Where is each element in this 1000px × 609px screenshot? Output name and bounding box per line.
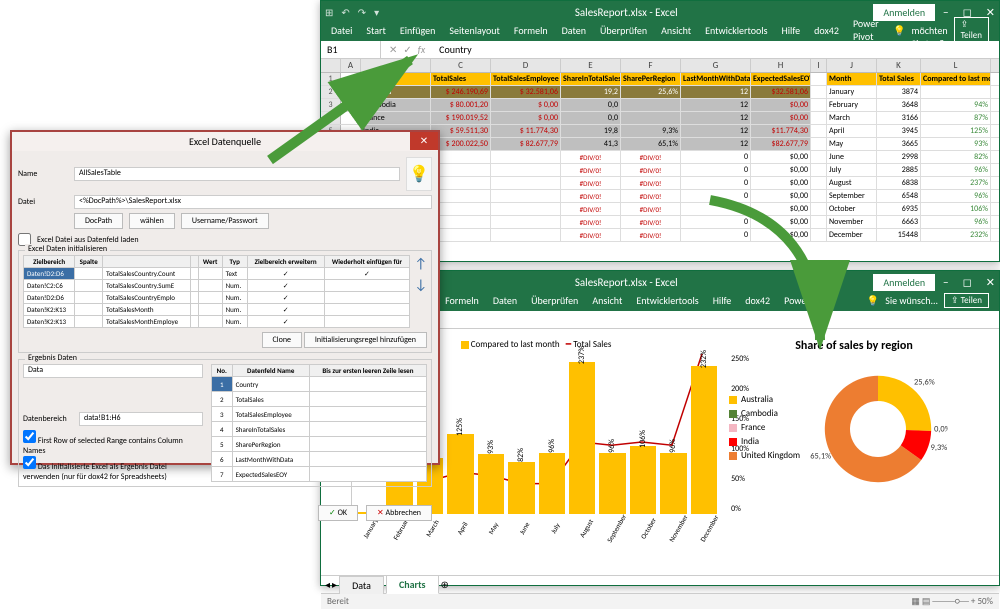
tab-nav-icon[interactable]: ▸ <box>332 578 337 591</box>
init-rules-table[interactable]: ZielbereichSpalteWertTypZielbereich erwe… <box>23 255 410 328</box>
window-title: SalesReport.xlsx - Excel <box>379 6 873 19</box>
arrow-down-icon: ↓ <box>414 276 427 293</box>
tab-formeln[interactable]: Formeln <box>514 24 548 37</box>
tab-einfuegen[interactable]: Einfügen <box>400 24 436 37</box>
lightbulb-icon: 💡 <box>893 24 905 37</box>
tab-start[interactable]: Start <box>366 24 385 37</box>
donut-chart[interactable]: Share of sales by region AustraliaCambod… <box>729 339 979 549</box>
chart-bar: 232% <box>691 366 717 514</box>
init-data-section: Excel Daten initialisieren ZielbereichSp… <box>18 250 432 353</box>
browse-button[interactable]: wählen <box>129 213 175 229</box>
chart-bar: 106% <box>630 446 656 514</box>
result-data-section: Ergebnis Daten Data Datenbereichdata!B1:… <box>18 359 432 487</box>
donut-svg: 25,6% 0,0% 9,3% 65,1% <box>808 359 948 499</box>
sheet-tab-charts[interactable]: Charts <box>386 575 439 594</box>
chart-bar: 93% <box>478 454 504 514</box>
add-init-rule-button[interactable]: Initialisierungsregel hinzufügen <box>304 332 427 348</box>
chart-bar: 237% <box>569 362 595 514</box>
name-box[interactable]: B1 <box>321 41 381 58</box>
dialog-title-bar: Excel Datenquelle ✕ <box>12 132 438 151</box>
table-header-row: 1 Country TotalSales TotalSalesEmployee … <box>321 73 999 86</box>
tab-nav-icon[interactable]: ◂ <box>325 578 330 591</box>
chart-bar: 82% <box>508 462 534 514</box>
share-button[interactable]: ⇪ Teilen <box>954 17 989 43</box>
tab-entwicklertools[interactable]: Entwicklertools <box>705 24 767 37</box>
cancel-button[interactable]: Abbrechen <box>366 505 432 521</box>
svg-text:65,1%: 65,1% <box>810 451 831 461</box>
tab-dox42[interactable]: dox42 <box>814 24 839 37</box>
tab-seitenlayout[interactable]: Seitenlayout <box>449 24 500 37</box>
status-bar: Bereit ▦ ▤ ─────○── + 50% <box>321 593 999 609</box>
sheet-tab-data[interactable]: Data <box>339 576 384 594</box>
firstrow-checkbox[interactable] <box>23 430 36 443</box>
svg-text:25,6%: 25,6% <box>914 377 935 387</box>
quick-access-toolbar[interactable]: ⊞↶↷▾ <box>325 6 379 19</box>
chart-title: Share of sales by region <box>729 339 979 353</box>
ok-button[interactable]: OK <box>318 505 358 521</box>
arrow-up-icon: ↑ <box>414 255 427 272</box>
name-input[interactable]: AllSalesTable <box>74 167 400 181</box>
formula-input[interactable]: Country <box>433 41 999 58</box>
formula-input[interactable] <box>433 318 999 322</box>
tab-ueberpruefen[interactable]: Überprüfen <box>600 24 647 37</box>
svg-text:0,0%: 0,0% <box>934 424 948 434</box>
close-button[interactable]: ✕ <box>410 132 438 150</box>
ribbon-tabs[interactable]: Datei Start Einfügen Seitenlayout Formel… <box>321 23 999 41</box>
result-fields-table[interactable]: No.Datenfeld NameBis zur ersten leeren Z… <box>211 364 427 482</box>
chart-bar: 96% <box>599 453 625 514</box>
donut-legend: AustraliaCambodiaFranceIndiaUnited Kingd… <box>729 394 800 464</box>
tab-datei[interactable]: Datei <box>331 24 352 37</box>
table-row[interactable]: 2 Australia $ 246.190,69 $ 32.581,06 19,… <box>321 86 999 99</box>
chart-bar: 96% <box>660 453 686 514</box>
docpath-button[interactable]: DocPath <box>74 213 123 229</box>
lightbulb-icon: 💡 <box>406 157 432 191</box>
reorder-arrows[interactable]: ↑↓ <box>414 255 427 328</box>
window-title: SalesReport.xlsx - Excel <box>379 276 873 289</box>
tab-hilfe[interactable]: Hilfe <box>782 24 801 37</box>
tab-ansicht[interactable]: Ansicht <box>661 24 691 37</box>
svg-text:9,3%: 9,3% <box>931 443 948 453</box>
range-input[interactable]: data!B1:H6 <box>79 412 203 426</box>
sign-in-button[interactable]: Anmelden <box>873 274 935 291</box>
formula-icons[interactable]: ✕✓fx <box>381 43 433 56</box>
chart-bar: 125% <box>447 434 473 514</box>
file-input[interactable]: <%DocPath%>\SalesReport.xlsx <box>74 195 432 209</box>
chart-bar: 96% <box>539 453 565 514</box>
tab-daten[interactable]: Daten <box>562 24 586 37</box>
user-password-button[interactable]: Username/Passwort <box>181 213 269 229</box>
clone-button[interactable]: Clone <box>262 332 303 348</box>
tab-powerpivot[interactable]: Power Pivot <box>853 17 879 43</box>
add-sheet-icon[interactable]: ⊕ <box>441 578 449 591</box>
share-button[interactable]: ⇪ Teilen <box>944 293 989 308</box>
table-row[interactable]: 4 France $ 190.019,52 $ 0,00 0,0 12 $0,0… <box>321 112 999 125</box>
view-icon[interactable]: ▦ <box>911 596 920 607</box>
useexcel-checkbox[interactable] <box>23 456 36 469</box>
table-row[interactable]: 3 Cambodia $ 80.001,20 $ 0,00 0,0 12 $0,… <box>321 99 999 112</box>
excel-datasource-dialog: Excel Datenquelle ✕ Name AllSalesTable 💡… <box>10 130 440 465</box>
sheet-tabs[interactable]: ◂▸ Data Charts ⊕ <box>321 575 999 593</box>
window-controls[interactable]: −◻✕ <box>943 276 995 289</box>
formula-bar: B1 ✕✓fx Country <box>321 41 999 59</box>
data-select[interactable]: Data <box>23 364 203 378</box>
view-icon[interactable]: ▤ <box>922 596 931 607</box>
